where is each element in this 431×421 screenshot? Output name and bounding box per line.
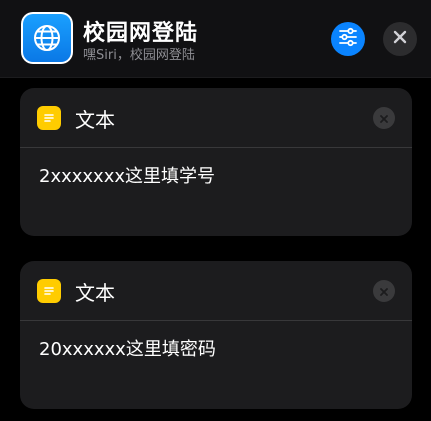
close-icon: [379, 109, 389, 128]
shortcut-header: 校园网登陆 嘿Siri，校园网登陆: [0, 0, 431, 78]
shortcut-subtitle: 嘿Siri，校园网登陆: [83, 48, 195, 63]
globe-icon: [23, 14, 71, 62]
card-header: 文本: [20, 88, 412, 148]
note-icon: [37, 279, 61, 303]
settings-button[interactable]: [331, 22, 365, 56]
card-header: 文本: [20, 261, 412, 321]
note-icon: [37, 106, 61, 130]
shortcut-title[interactable]: 校园网登陆: [83, 15, 198, 47]
card-title: 文本: [75, 281, 115, 305]
shortcut-app-icon[interactable]: [21, 12, 73, 64]
text-action-card[interactable]: 文本 20xxxxxx这里填密码: [20, 261, 412, 409]
text-action-card[interactable]: 文本 2xxxxxxx这里填学号: [20, 88, 412, 236]
sliders-icon: [338, 27, 358, 51]
close-icon: [379, 282, 389, 301]
text-field[interactable]: 2xxxxxxx这里填学号: [39, 162, 215, 188]
remove-action-button[interactable]: [373, 107, 395, 129]
card-title: 文本: [75, 108, 115, 132]
close-icon: [392, 29, 408, 49]
close-button[interactable]: [383, 22, 417, 56]
remove-action-button[interactable]: [373, 280, 395, 302]
text-field[interactable]: 20xxxxxx这里填密码: [39, 335, 216, 361]
